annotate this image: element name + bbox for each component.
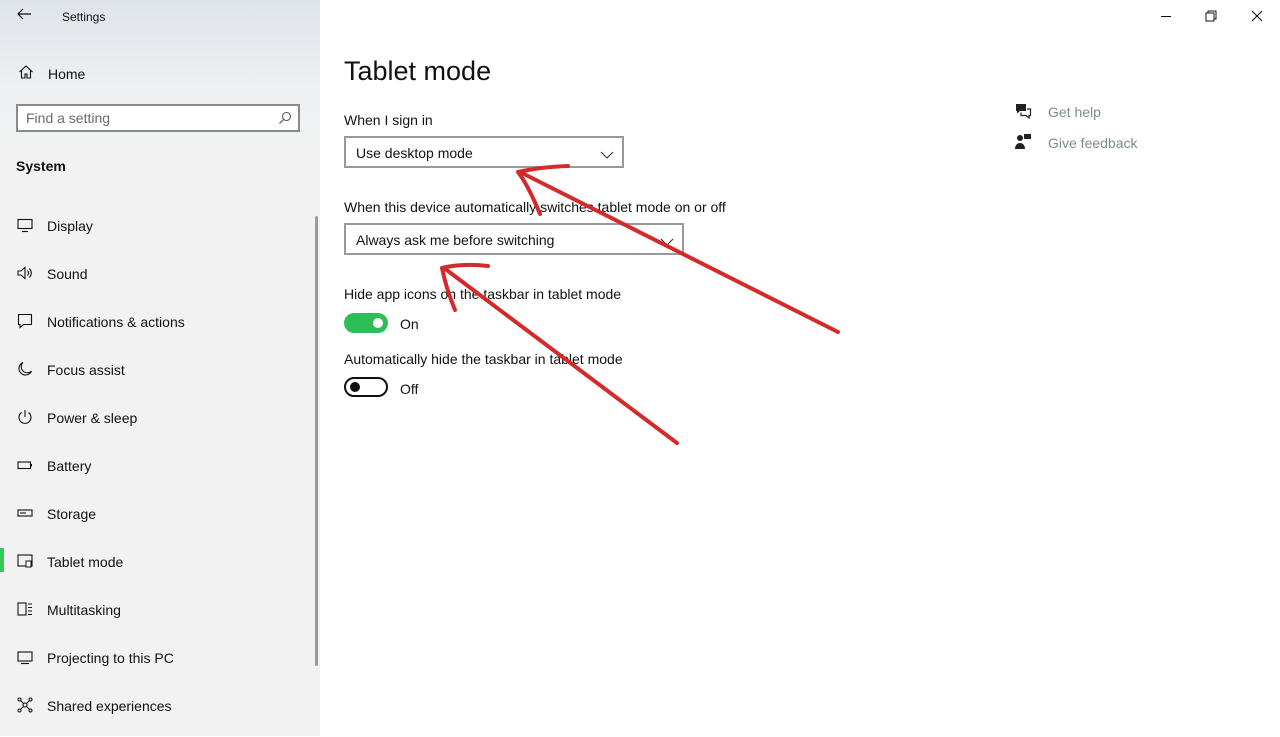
sidebar-item-multitasking[interactable]: Multitasking	[0, 593, 314, 641]
sidebar-item-label: Notifications & actions	[47, 314, 185, 330]
sign-in-dropdown[interactable]: Use desktop mode	[344, 136, 624, 168]
dropdown-value: Always ask me before switching	[356, 232, 555, 248]
app-title: Settings	[62, 10, 106, 24]
dropdown-value: Use desktop mode	[356, 145, 473, 161]
sidebar-item-label: Home	[48, 66, 86, 82]
auto-switch-dropdown[interactable]: Always ask me before switching	[344, 223, 684, 255]
sidebar-item-focus-assist[interactable]: Focus assist	[0, 353, 314, 401]
sidebar-item-label: Storage	[47, 506, 97, 522]
chevron-down-icon	[660, 234, 674, 246]
sidebar-item-battery[interactable]: Battery	[0, 449, 314, 497]
tablet-icon	[17, 553, 33, 569]
sidebar-item-label: Focus assist	[47, 362, 125, 378]
sidebar-scrollbar[interactable]	[315, 216, 318, 666]
sidebar: Settings Home System Display Sound Notif…	[0, 0, 320, 736]
restore-icon[interactable]	[1201, 6, 1221, 26]
multitasking-icon	[17, 601, 33, 617]
hide-icons-toggle[interactable]	[344, 313, 388, 333]
sidebar-item-notifications[interactable]: Notifications & actions	[0, 305, 314, 353]
sidebar-item-label: Multitasking	[47, 602, 121, 618]
sidebar-item-label: Display	[47, 218, 93, 234]
shared-experiences-icon	[17, 697, 33, 713]
storage-icon	[17, 505, 33, 521]
chevron-down-icon	[600, 147, 614, 159]
sidebar-item-sound[interactable]: Sound	[0, 257, 314, 305]
sidebar-item-label: Projecting to this PC	[47, 650, 174, 666]
hide-icons-state: On	[400, 316, 419, 332]
page-title: Tablet mode	[344, 56, 492, 86]
sidebar-item-home[interactable]: Home	[0, 58, 320, 90]
sidebar-item-label: Sound	[47, 266, 88, 282]
section-title: System	[16, 158, 66, 174]
moon-icon	[17, 361, 33, 377]
sidebar-item-label: Shared experiences	[47, 698, 172, 714]
sidebar-item-tablet-mode[interactable]: Tablet mode	[0, 545, 314, 593]
sidebar-item-label: Battery	[47, 458, 92, 474]
sidebar-item-projecting[interactable]: Projecting to this PC	[0, 641, 314, 689]
projecting-icon	[17, 649, 33, 665]
hide-taskbar-state: Off	[400, 381, 419, 397]
sign-in-label: When I sign in	[344, 112, 433, 128]
title-bar: Settings	[0, 0, 320, 34]
sidebar-item-shared-experiences[interactable]: Shared experiences	[0, 689, 314, 737]
close-icon[interactable]	[1247, 6, 1267, 26]
give-feedback-label[interactable]: Give feedback	[1048, 135, 1138, 151]
sidebar-item-label: Power & sleep	[47, 410, 138, 426]
sidebar-item-storage[interactable]: Storage	[0, 497, 314, 545]
sound-icon	[17, 265, 33, 281]
notifications-icon	[17, 313, 33, 329]
power-icon	[17, 409, 33, 425]
back-arrow-icon[interactable]	[14, 6, 34, 26]
search-icon[interactable]	[278, 111, 292, 125]
display-icon	[17, 217, 33, 233]
hide-icons-label: Hide app icons on the taskbar in tablet …	[344, 286, 622, 302]
feedback-icon	[1014, 133, 1032, 151]
battery-icon	[17, 457, 33, 473]
sidebar-item-display[interactable]: Display	[0, 209, 314, 257]
help-chat-icon	[1014, 102, 1032, 120]
get-help-label[interactable]: Get help	[1048, 104, 1101, 120]
sidebar-item-power-sleep[interactable]: Power & sleep	[0, 401, 314, 449]
hide-taskbar-toggle[interactable]	[344, 377, 388, 397]
sidebar-nav: Display Sound Notifications & actions Fo…	[0, 209, 314, 737]
auto-switch-label: When this device automatically switches …	[344, 199, 726, 215]
minimize-icon[interactable]	[1156, 6, 1176, 26]
toggle-knob	[373, 318, 383, 328]
home-icon	[18, 64, 34, 80]
toggle-knob	[350, 382, 360, 392]
search-box[interactable]	[16, 104, 300, 132]
search-input[interactable]	[26, 110, 266, 126]
hide-taskbar-label: Automatically hide the taskbar in tablet…	[344, 351, 623, 367]
sidebar-item-label: Tablet mode	[47, 554, 124, 570]
